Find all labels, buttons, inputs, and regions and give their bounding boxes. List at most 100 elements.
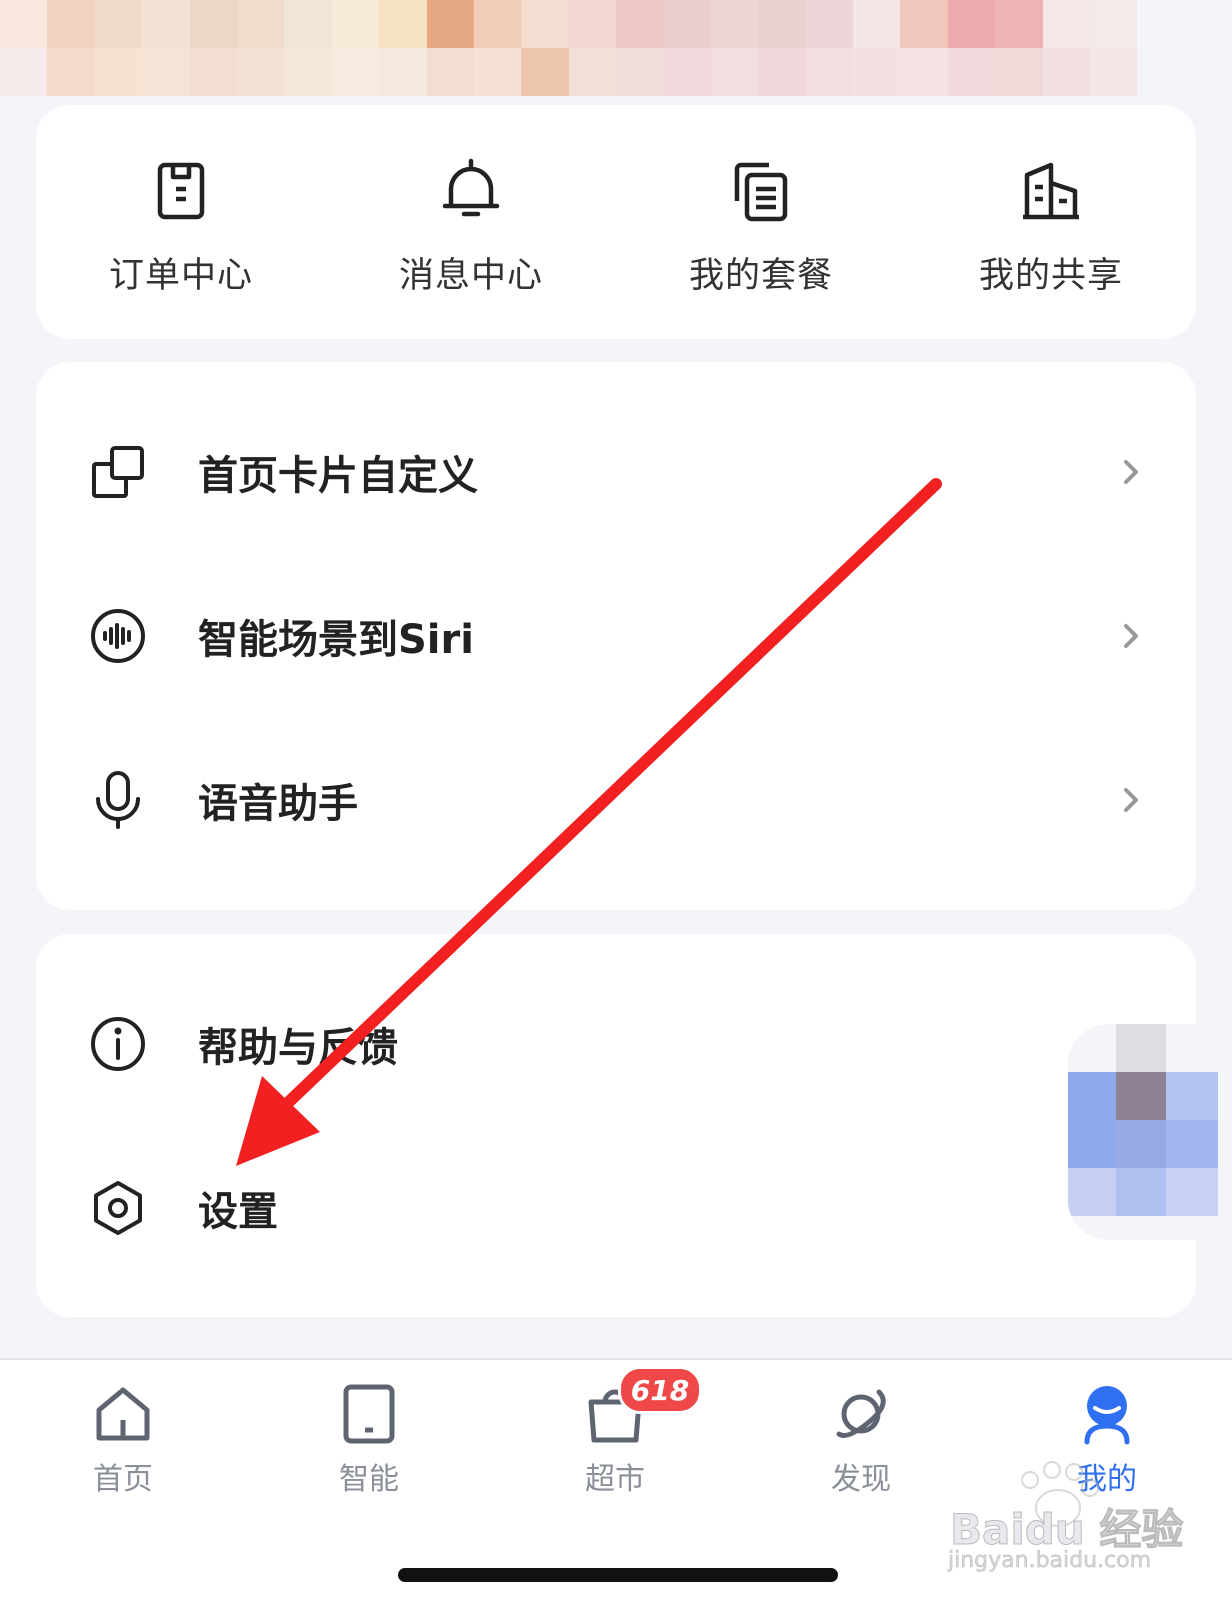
mosaic-tile <box>710 0 759 48</box>
tablet-icon <box>343 1384 395 1444</box>
quick-actions-card: 订单中心 消息中心 我的套餐 我的共享 <box>36 105 1196 339</box>
mosaic-tile <box>47 48 95 96</box>
mosaic-tile <box>0 48 48 96</box>
mosaic-tile <box>758 0 806 48</box>
quick-label: 订单中心 <box>108 256 253 296</box>
tab-label: 发现 <box>831 1462 891 1497</box>
home-icon <box>96 1387 150 1441</box>
settings-menu-group-1: 首页卡片自定义 智能场景到Siri 语音助手 <box>36 362 1196 910</box>
mosaic-tile <box>995 0 1043 48</box>
mosaic-tile <box>1089 0 1138 48</box>
chevron-right-icon <box>1124 460 1138 484</box>
mosaic-tile <box>0 0 48 48</box>
mosaic-tile <box>805 0 854 48</box>
cards-icon <box>92 446 144 498</box>
mosaic-tile <box>1089 48 1138 96</box>
mosaic-tile <box>236 0 285 48</box>
info-icon <box>91 1017 145 1071</box>
mosaic-tile <box>947 48 996 96</box>
quick-label: 我的共享 <box>978 256 1123 296</box>
quick-my-package[interactable]: 我的套餐 <box>616 105 906 339</box>
menu-item-label: 首页卡片自定义 <box>198 453 478 499</box>
package-icon <box>734 162 788 222</box>
planet-icon <box>836 1389 886 1438</box>
user-icon <box>1084 1386 1130 1445</box>
menu-item-label: 帮助与反馈 <box>198 1025 398 1071</box>
menu-item-siri-scenes[interactable]: 智能场景到Siri <box>36 556 1196 716</box>
mosaic-tile <box>900 0 948 48</box>
mosaic-tile <box>426 0 474 48</box>
menu-item-label: 智能场景到Siri <box>198 617 474 663</box>
mosaic-tile <box>236 48 285 96</box>
share-building-icon <box>1023 162 1079 220</box>
mosaic-tile <box>568 48 617 96</box>
quick-label: 我的套餐 <box>688 256 833 296</box>
mosaic-tile <box>900 48 948 96</box>
mosaic-tile <box>710 48 759 96</box>
watermark-url: jingyan.baidu.com <box>948 1548 1152 1574</box>
mosaic-tile <box>616 48 664 96</box>
clipboard-icon <box>157 162 205 220</box>
floating-assistant-button[interactable] <box>1068 1024 1218 1240</box>
mosaic-tile <box>758 48 806 96</box>
tab-label: 首页 <box>93 1462 153 1497</box>
mosaic-tile <box>663 0 711 48</box>
mosaic-tile <box>331 48 380 96</box>
mosaic-tile <box>616 0 664 48</box>
menu-item-help-feedback[interactable]: 帮助与反馈 <box>36 964 1196 1124</box>
mosaic-tile <box>379 48 427 96</box>
quick-label: 消息中心 <box>398 256 543 296</box>
mosaic-tile <box>521 48 569 96</box>
mosaic-tile <box>473 0 522 48</box>
menu-item-settings[interactable]: 设置 <box>36 1128 1196 1288</box>
mosaic-tile <box>142 0 190 48</box>
mosaic-tile <box>473 48 522 96</box>
tab-label: 智能 <box>339 1462 399 1497</box>
mosaic-tile <box>331 0 380 48</box>
menu-item-label: 设置 <box>198 1189 278 1235</box>
blurred-avatar-icon <box>1068 1024 1218 1240</box>
mosaic-tile <box>1042 0 1090 48</box>
menu-item-card-customize[interactable]: 首页卡片自定义 <box>36 392 1196 552</box>
quick-message-center[interactable]: 消息中心 <box>326 105 616 339</box>
tab-smart[interactable]: 智能 <box>246 1360 492 1520</box>
tab-label: 超市 <box>585 1462 645 1497</box>
mosaic-tile <box>94 48 143 96</box>
mosaic-tile <box>663 48 711 96</box>
mosaic-tile <box>1042 48 1090 96</box>
tab-home[interactable]: 首页 <box>0 1360 246 1520</box>
mosaic-tile <box>1137 0 1185 48</box>
quick-my-share[interactable]: 我的共享 <box>906 105 1196 339</box>
mosaic-tile <box>426 48 474 96</box>
hex-gear-icon <box>94 1181 142 1235</box>
mosaic-tile <box>1137 48 1185 96</box>
mosaic-tile <box>995 48 1043 96</box>
chevron-right-icon <box>1124 788 1138 812</box>
mosaic-tile <box>853 0 901 48</box>
mosaic-tile <box>568 0 617 48</box>
menu-item-voice-assistant[interactable]: 语音助手 <box>36 720 1196 880</box>
mosaic-tile <box>189 0 237 48</box>
mosaic-tile <box>94 0 143 48</box>
mosaic-tile <box>853 48 901 96</box>
mosaic-tile <box>284 48 332 96</box>
mosaic-tile <box>1184 48 1232 96</box>
mosaic-tile <box>47 0 95 48</box>
quick-order-center[interactable]: 订单中心 <box>36 105 326 339</box>
microphone-icon <box>96 771 140 829</box>
bell-icon <box>442 158 500 217</box>
mosaic-tile <box>379 0 427 48</box>
mosaic-tile <box>947 0 996 48</box>
settings-menu-group-2: 帮助与反馈 设置 <box>36 934 1196 1317</box>
mosaic-tile <box>189 48 237 96</box>
mosaic-tile <box>805 48 854 96</box>
mosaic-tile <box>521 0 569 48</box>
promo-badge: 618 <box>618 1366 702 1414</box>
blurred-header <box>0 0 1232 96</box>
siri-wave-icon <box>91 609 145 663</box>
menu-item-label: 语音助手 <box>198 781 358 827</box>
mosaic-tile <box>284 0 332 48</box>
mosaic-tile <box>142 48 190 96</box>
chevron-right-icon <box>1124 624 1138 648</box>
mosaic-tile <box>1184 0 1232 48</box>
